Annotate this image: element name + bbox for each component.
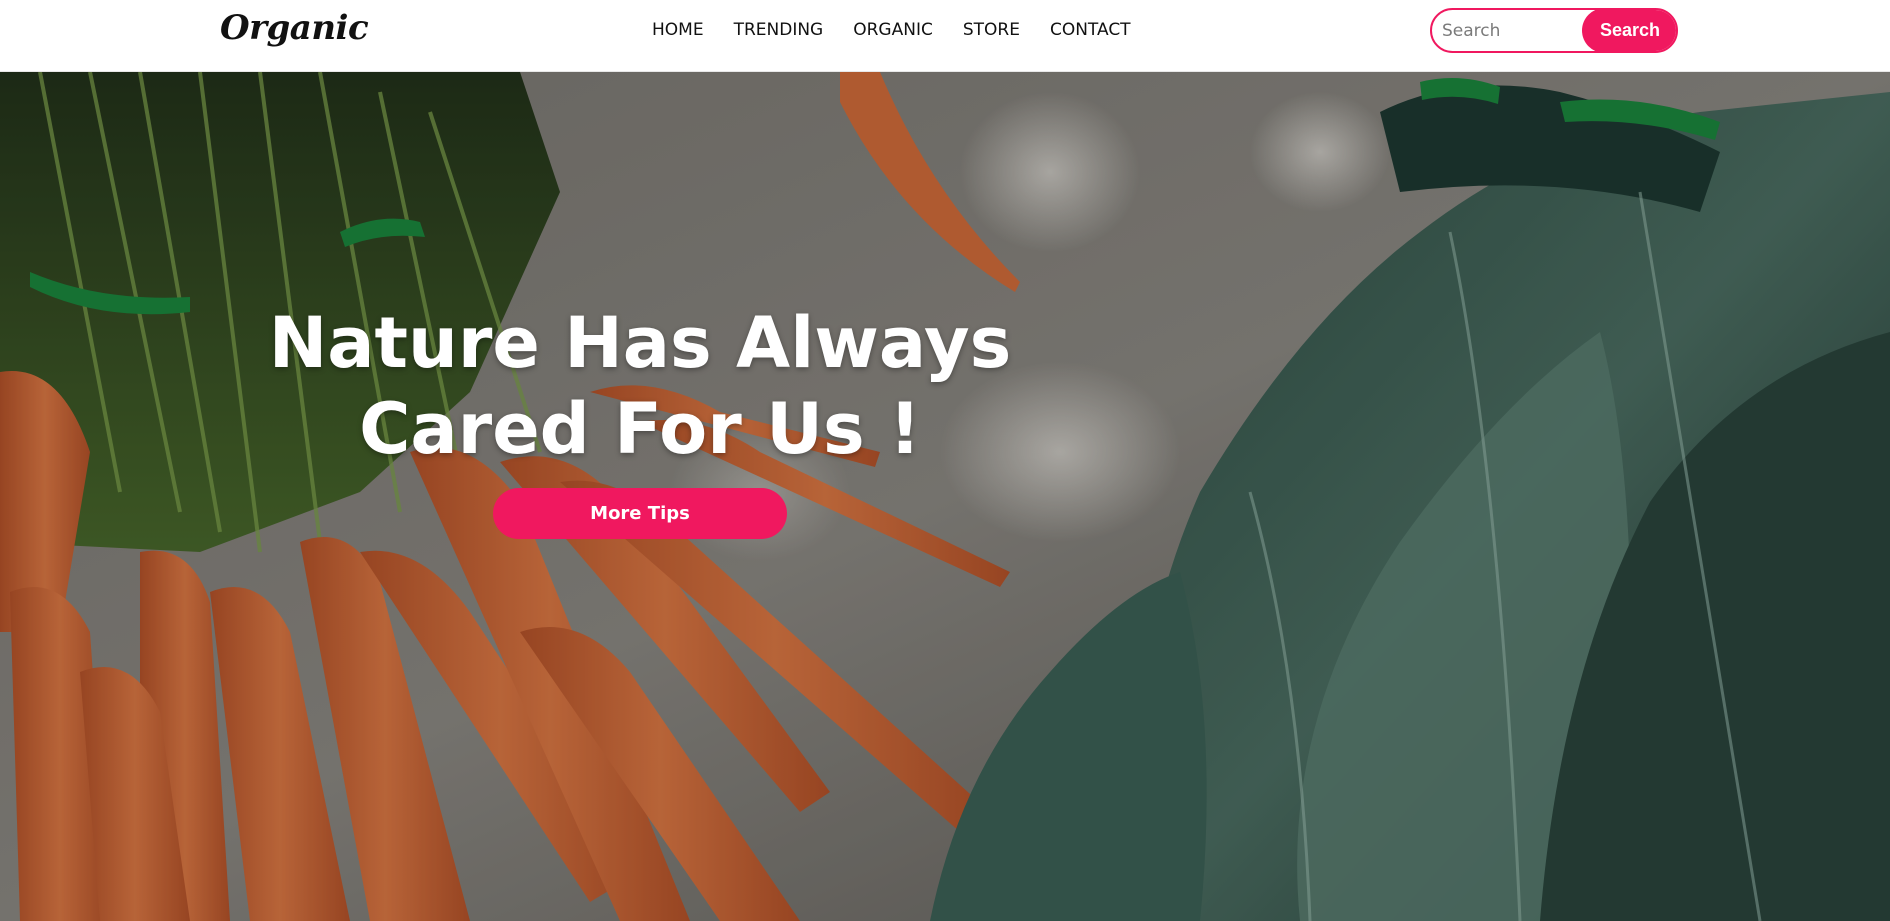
hero-title-line-2: Cared For Us ! bbox=[359, 388, 921, 470]
more-tips-button[interactable]: More Tips bbox=[493, 488, 787, 539]
site-logo[interactable]: Organic bbox=[220, 8, 369, 48]
main-nav: HOME TRENDING ORGANIC STORE CONTACT bbox=[652, 20, 1161, 40]
search-input[interactable] bbox=[1432, 10, 1592, 51]
hero-section: Nature Has Always Cared For Us ! More Ti… bbox=[0, 72, 1890, 921]
search-button[interactable]: Search bbox=[1582, 10, 1676, 51]
nav-link-home[interactable]: HOME bbox=[652, 20, 704, 40]
hero-title: Nature Has Always Cared For Us ! bbox=[240, 300, 1040, 472]
search-form: Search bbox=[1430, 8, 1678, 53]
nav-link-organic[interactable]: ORGANIC bbox=[853, 20, 933, 40]
hero-title-line-1: Nature Has Always bbox=[268, 302, 1012, 384]
nav-link-trending[interactable]: TRENDING bbox=[734, 20, 824, 40]
site-header: Organic HOME TRENDING ORGANIC STORE CONT… bbox=[0, 0, 1890, 72]
nav-link-store[interactable]: STORE bbox=[963, 20, 1020, 40]
hero-overlay bbox=[0, 72, 1890, 921]
nav-link-contact[interactable]: CONTACT bbox=[1050, 20, 1131, 40]
